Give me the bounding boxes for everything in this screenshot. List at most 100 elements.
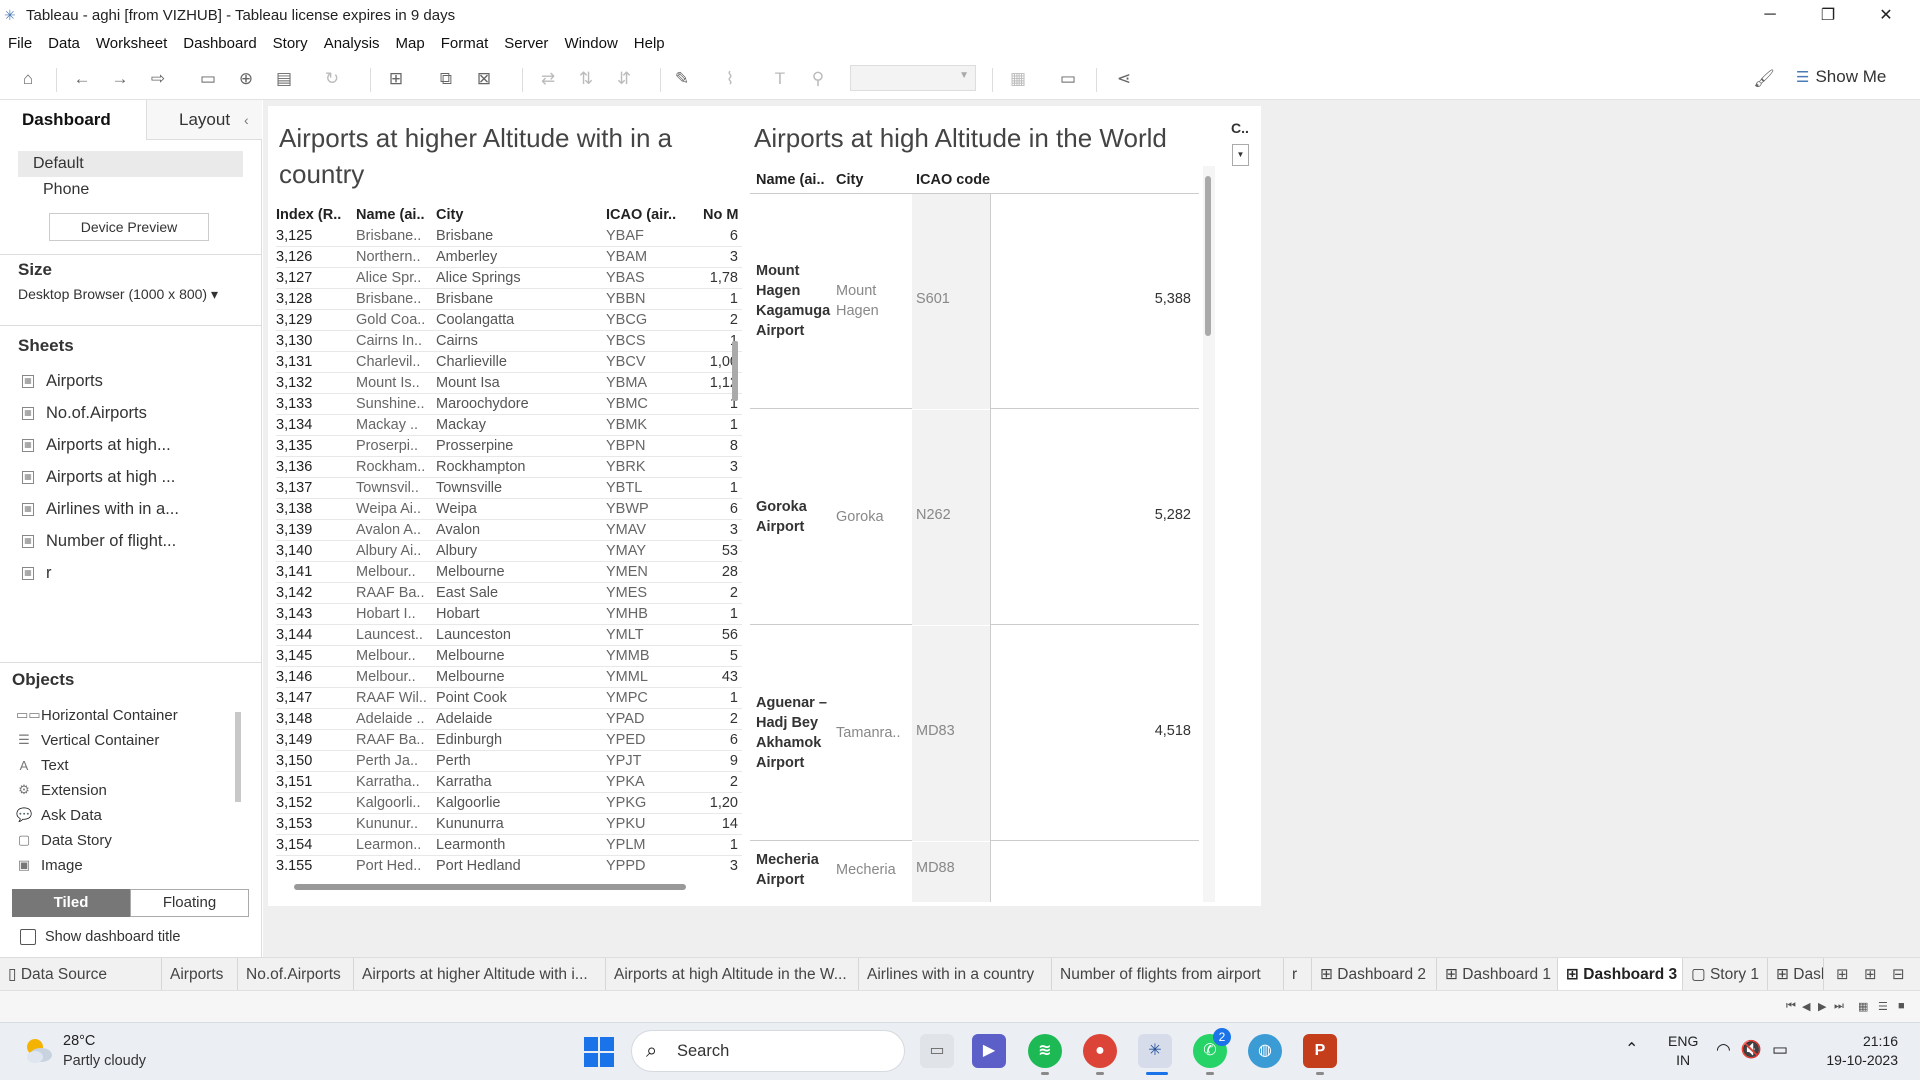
sheet-tab[interactable]: ⊞ Dashboard 1 [1437,958,1558,991]
table-row[interactable]: 3,129 Gold Coa.. Coolangatta YBCG 2 [276,310,742,331]
collapse-pane-icon[interactable]: ‹ [244,112,249,128]
sort-descending-icon[interactable]: ⇵ [612,68,636,90]
menu-data[interactable]: Data [48,35,80,52]
pause-auto-updates-icon[interactable]: ▤ [272,68,296,90]
last-sheet-icon[interactable]: ⏭ [1834,1000,1844,1013]
system-tray-icons[interactable]: ◠🔇▭ [1716,1040,1798,1060]
checkbox[interactable] [20,929,36,945]
column-header-city[interactable]: City [836,172,863,188]
powerpoint-icon[interactable]: P [1303,1034,1337,1068]
object-vertical-container[interactable]: ☰ Vertical Container [16,728,159,752]
browser-icon[interactable]: ◍ [1248,1034,1282,1068]
group-icon[interactable]: ⌇ [718,68,742,90]
close-button[interactable]: ✕ [1858,0,1914,30]
device-phone[interactable]: Phone [18,177,243,203]
windows-start-icon[interactable] [584,1037,614,1067]
sheet-tab[interactable]: ⊞ Dashb [1768,958,1824,991]
highlight-icon[interactable]: ✎ [670,68,694,90]
swap-icon[interactable]: ⇄ [536,68,560,90]
column-header-icao[interactable]: ICAO code [916,172,990,188]
table-row[interactable]: 3,143 Hobart I.. Hobart YMHB 1 [276,604,742,625]
sort-ascending-icon[interactable]: ⇅ [574,68,598,90]
column-header-city[interactable]: City [436,204,463,226]
wifi-icon[interactable]: ◠ [1716,1040,1741,1059]
table-row[interactable]: 3,131 Charlevil.. Charlieville YBCV 1,00 [276,352,742,373]
pin-icon[interactable]: ⚲ [806,68,830,90]
menu-analysis[interactable]: Analysis [324,35,380,52]
table-row[interactable]: 3,132 Mount Is.. Mount Isa YBMA 1,12 [276,373,742,394]
size-select[interactable]: Desktop Browser (1000 x 800) ▾ [18,286,218,303]
taskbar-search[interactable]: ⌕ Search [631,1030,905,1072]
column-header-name[interactable]: Name (ai.. [356,204,425,226]
grid-view-icon[interactable]: ▦ [1858,1000,1868,1013]
chevron-up-icon[interactable]: ⌃ [1625,1039,1638,1059]
table-row[interactable]: 3,139 Avalon A.. Avalon YMAV 3 [276,520,742,541]
sheet1-table[interactable]: Index (R.. Name (ai.. City ICAO (air.. N… [276,204,742,870]
table-row[interactable]: 3,136 Rockham.. Rockhampton YBRK 3 [276,457,742,478]
fit-combo[interactable]: ▼ [850,65,976,91]
menu-help[interactable]: Help [634,35,665,52]
list-view-icon[interactable]: ☰ [1878,1000,1888,1013]
sheet-tab[interactable]: r [1284,958,1312,991]
new-dashboard-icon[interactable]: ⊞ [1864,965,1877,983]
menu-format[interactable]: Format [441,35,489,52]
sheet-item[interactable]: ▦ Airports [22,366,103,396]
objects-scrollbar[interactable] [234,700,242,878]
table-row[interactable]: 3,142 RAAF Ba.. East Sale YMES 2 [276,583,742,604]
table-row[interactable]: 3,140 Albury Ai.. Albury YMAY 53 [276,541,742,562]
menu-story[interactable]: Story [273,35,308,52]
table-row[interactable]: 3,144 Launcest.. Launceston YMLT 56 [276,625,742,646]
object-data-story[interactable]: ▢ Data Story [16,828,112,852]
battery-icon[interactable]: ▭ [1772,1040,1798,1059]
sheet-tab[interactable]: ▢ Story 1 [1683,958,1768,991]
table-row[interactable]: 3,128 Brisbane.. Brisbane YBBN 1 [276,289,742,310]
filmstrip-view-icon[interactable]: ■ [1898,1000,1905,1012]
object-extension[interactable]: ⚙ Extension [16,778,107,802]
new-story-icon[interactable]: ⊟ [1892,965,1905,983]
table-row[interactable]: 3,148 Adelaide .. Adelaide YPAD 2 [276,709,742,730]
table-row[interactable]: 3,130 Cairns In.. Cairns YBCS 1 [276,331,742,352]
table-row[interactable]: 3,138 Weipa Ai.. Weipa YBWP 6 [276,499,742,520]
sheet-tab[interactable]: ▯ Data Source [0,958,162,991]
table-row[interactable]: 3,126 Northern.. Amberley YBAM 3 [276,247,742,268]
table-row[interactable]: 3,150 Perth Ja.. Perth YPJT 9 [276,751,742,772]
table-row[interactable]: Mount Hagen Kagamuga Airport Mount Hagen S… [750,194,1199,409]
sheet-tab[interactable]: Airports at high Altitude in the W... [606,958,859,991]
refresh-icon[interactable]: ↻ [320,68,344,90]
table-row[interactable]: 3,149 RAAF Ba.. Edinburgh YPED 6 [276,730,742,751]
tiled-button[interactable]: Tiled [12,889,130,917]
sheet1-vertical-scrollbar[interactable] [732,341,738,401]
file-explorer-icon[interactable]: ▭ [920,1034,954,1068]
tab-dashboard[interactable]: Dashboard [0,100,146,140]
sheet-item[interactable]: ▦ Airlines with in a... [22,494,179,524]
table-row[interactable]: 3,152 Kalgoorli.. Kalgoorlie YPKG 1,20 [276,793,742,814]
sheet-tab[interactable]: ⊞ Dashboard 3 [1558,958,1683,991]
weather-description[interactable]: Partly cloudy [63,1053,146,1069]
object-text[interactable]: A Text [16,753,69,777]
table-row[interactable]: 3,135 Proserpi.. Prosserpine YBPN 8 [276,436,742,457]
column-header-icao[interactable]: ICAO (air.. [606,204,676,226]
menu-file[interactable]: File [8,35,32,52]
show-me-button[interactable]: ☰ Show Me [1796,67,1886,87]
first-sheet-icon[interactable]: ⏮ [1786,1000,1796,1013]
clock[interactable]: 21:16 19-10-2023 [1818,1032,1898,1070]
minimize-button[interactable]: ─ [1742,0,1798,30]
sheet-tab[interactable]: Airlines with in a country [859,958,1052,991]
sheet-item[interactable]: ▦ No.of.Airports [22,398,147,428]
object-horizontal-container[interactable]: ▭▭ Horizontal Container [16,703,178,727]
language-indicator[interactable]: ENG IN [1668,1032,1698,1070]
duplicate-sheet-icon[interactable]: ⧉ [434,68,458,90]
new-worksheet-icon[interactable]: ⊞ [1836,965,1849,983]
new-worksheet-icon[interactable]: ⊞ [384,68,408,90]
sheet-item[interactable]: ▦ r [22,558,52,588]
new-data-source-icon[interactable]: ⊕ [234,68,258,90]
table-row[interactable]: Mecheria Airport Mecheria MD88 [750,842,1199,902]
sheet2-table[interactable]: Name (ai.. City ICAO code Mount Hagen Ka… [750,166,1199,902]
table-row[interactable]: 3,145 Melbour.. Melbourne YMMB 5 [276,646,742,667]
show-dashboard-title-checkbox[interactable]: Show dashboard title [20,929,180,945]
sheet-item[interactable]: ▦ Number of flight... [22,526,176,556]
table-row[interactable]: Goroka Airport Goroka N262 5,282 [750,410,1199,625]
scrollbar-thumb[interactable] [235,712,241,802]
sheet-item[interactable]: ▦ Airports at high... [22,430,171,460]
volume-muted-icon[interactable]: 🔇 [1741,1040,1772,1059]
